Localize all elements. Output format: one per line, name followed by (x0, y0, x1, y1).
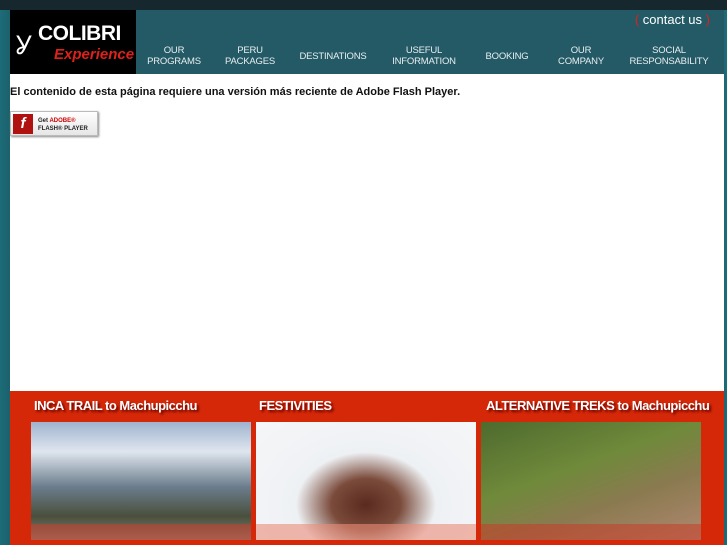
flash-required-message: El contenido de esta página requiere una… (10, 86, 461, 98)
top-bar (0, 0, 727, 10)
contact-us-link[interactable]: ( contact us ) (635, 12, 710, 27)
nav-social-responsability[interactable]: SOCIAL RESPONSABILITY (618, 45, 720, 67)
logo-subtext: Experience (54, 46, 135, 63)
inca-trail-photo[interactable] (31, 422, 251, 540)
nav-our-programs[interactable]: OUR PROGRAMS (136, 45, 212, 67)
nav-destinations[interactable]: DESTINATIONS (288, 51, 378, 62)
main-nav: OUR PROGRAMS PERU PACKAGES DESTINATIONS US… (136, 44, 724, 68)
nav-useful-information[interactable]: USEFUL INFORMATION (378, 45, 470, 67)
promo-title[interactable]: ALTERNATIVE TREKS to Machupicchu (486, 398, 710, 413)
festivities-photo[interactable] (256, 422, 476, 540)
header: Ỿ COLIBRI Experience ( contact us ) OUR P… (10, 10, 724, 74)
promo-band: INCA TRAIL to Machupicchu FESTIVITIES AL… (10, 391, 724, 545)
hummingbird-icon: Ỿ (16, 30, 32, 60)
contact-label: contact us (642, 12, 703, 27)
nav-booking[interactable]: BOOKING (470, 51, 544, 62)
get-flash-player-button[interactable]: f Get ADOBE® FLASH® PLAYER (10, 111, 98, 136)
logo-text: COLIBRI (38, 22, 121, 45)
promo-title[interactable]: FESTIVITIES (259, 398, 332, 413)
nav-our-company[interactable]: OUR COMPANY (544, 45, 618, 67)
alternative-treks-photo[interactable] (481, 422, 701, 540)
page: Ỿ COLIBRI Experience ( contact us ) OUR P… (10, 10, 724, 545)
nav-peru-packages[interactable]: PERU PACKAGES (212, 45, 288, 67)
flash-icon: f (13, 114, 33, 134)
logo[interactable]: Ỿ COLIBRI Experience (10, 10, 136, 74)
promo-title[interactable]: INCA TRAIL to Machupicchu (34, 398, 198, 413)
